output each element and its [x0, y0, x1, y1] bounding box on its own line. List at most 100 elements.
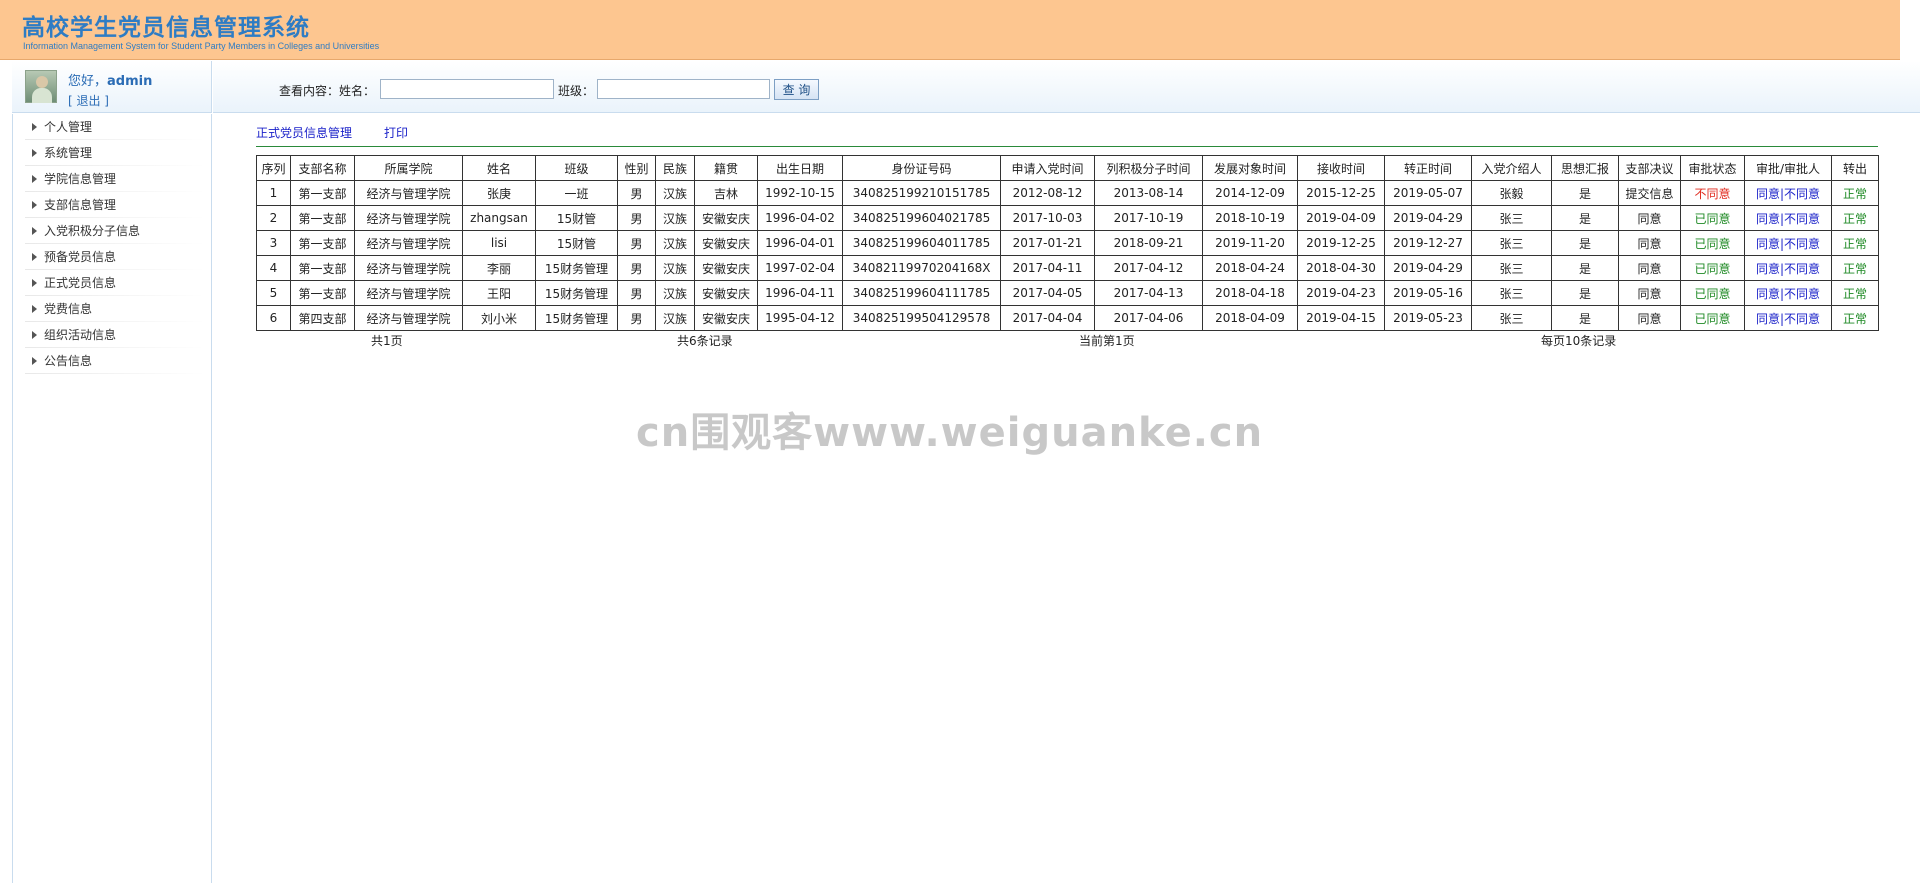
col-header: 籍贯 [694, 155, 758, 181]
cell-apply: 2017-04-05 [1000, 280, 1095, 306]
cell-receive: 2019-04-15 [1297, 305, 1385, 331]
sidebar-item-branch[interactable]: 支部信息管理 [13, 192, 211, 218]
cell-transfer[interactable]: 正常 [1831, 255, 1879, 281]
approve-link[interactable]: 同意 [1756, 312, 1780, 326]
col-header: 转出 [1831, 155, 1879, 181]
cell-seq: 5 [256, 280, 291, 306]
cell-approval-status: 已同意 [1680, 305, 1745, 331]
sidebar-item-notices[interactable]: 公告信息 [13, 348, 211, 374]
sidebar-item-label: 党费信息 [44, 302, 93, 316]
approve-link[interactable]: 同意 [1756, 237, 1780, 251]
caret-right-icon [32, 253, 37, 261]
cell-seq: 4 [256, 255, 291, 281]
cell-class: 15财务管理 [535, 305, 618, 331]
cell-seq: 6 [256, 305, 291, 331]
sidebar-item-label: 正式党员信息 [44, 276, 117, 290]
col-header: 班级 [535, 155, 618, 181]
cell-gender: 男 [617, 205, 656, 231]
sidebar-item-formal[interactable]: 正式党员信息 [13, 270, 211, 296]
reject-link[interactable]: 不同意 [1784, 237, 1820, 251]
sidebar-item-label: 学院信息管理 [44, 172, 117, 186]
sidebar-item-personal[interactable]: 个人管理 [13, 114, 211, 140]
search-class-input[interactable] [597, 79, 770, 99]
approve-link[interactable]: 同意 [1756, 187, 1780, 201]
reject-link[interactable]: 不同意 [1784, 312, 1820, 326]
col-header: 民族 [655, 155, 695, 181]
sidebar-item-activist[interactable]: 入党积极分子信息 [13, 218, 211, 244]
caret-right-icon [32, 227, 37, 235]
cell-transfer[interactable]: 正常 [1831, 180, 1879, 206]
logout-link[interactable]: [ 退出 ] [68, 92, 109, 109]
col-header: 支部决议 [1618, 155, 1681, 181]
cell-origin: 安徽安庆 [694, 230, 758, 256]
sidebar-item-label: 系统管理 [44, 146, 93, 160]
col-header: 列积极分子时间 [1094, 155, 1203, 181]
user-name: admin [107, 74, 153, 89]
app-title: 高校学生党员信息管理系统 [22, 14, 310, 41]
cell-name: 王阳 [462, 280, 536, 306]
reject-link[interactable]: 不同意 [1784, 187, 1820, 201]
search-name-input[interactable] [380, 79, 554, 99]
cell-regular: 2019-05-16 [1384, 280, 1472, 306]
table-row: 6 第四支部 经济与管理学院 刘小米 15财务管理男汉族 安徽安庆 1995-04-12 34… [256, 305, 1879, 331]
cell-branch: 第四支部 [290, 305, 355, 331]
sidebar-item-label: 组织活动信息 [44, 328, 117, 342]
cell-transfer[interactable]: 正常 [1831, 205, 1879, 231]
cell-branch: 第一支部 [290, 230, 355, 256]
table-row: 5 第一支部 经济与管理学院 王阳 15财务管理男汉族 安徽安庆 1996-04-11 340… [256, 280, 1879, 306]
sidebar-item-probationary[interactable]: 预备党员信息 [13, 244, 211, 270]
cell-introducer: 张三 [1471, 230, 1552, 256]
sidebar-item-college[interactable]: 学院信息管理 [13, 166, 211, 192]
print-link[interactable]: 打印 [384, 124, 408, 141]
approve-link[interactable]: 同意 [1756, 212, 1780, 226]
cell-class: 15财管 [535, 230, 618, 256]
approve-link[interactable]: 同意 [1756, 287, 1780, 301]
approve-link[interactable]: 同意 [1756, 262, 1780, 276]
col-header: 审批状态 [1680, 155, 1745, 181]
cell-transfer[interactable]: 正常 [1831, 280, 1879, 306]
main-content: 正式党员信息管理 打印 序列 支部名称 所属学院 姓名 班级 性别 民族 籍贯 … [256, 114, 1879, 348]
sidebar-item-label: 入党积极分子信息 [44, 224, 141, 238]
cell-class: 15财管 [535, 205, 618, 231]
sidebar-item-activities[interactable]: 组织活动信息 [13, 322, 211, 348]
caret-right-icon [32, 279, 37, 287]
cell-introducer: 张毅 [1471, 180, 1552, 206]
reject-link[interactable]: 不同意 [1784, 262, 1820, 276]
col-header: 所属学院 [354, 155, 463, 181]
search-class-label: 班级： [558, 84, 595, 98]
table-row: 2 第一支部 经济与管理学院 zhangsan 15财管男汉族 安徽安庆 1996-04-0… [256, 205, 1879, 231]
cell-introducer: 张三 [1471, 305, 1552, 331]
cell-name: 张庚 [462, 180, 536, 206]
cell-transfer[interactable]: 正常 [1831, 230, 1879, 256]
cell-approval-status: 已同意 [1680, 255, 1745, 281]
caret-right-icon [32, 331, 37, 339]
caret-right-icon [32, 123, 37, 131]
col-header: 出生日期 [757, 155, 843, 181]
cell-candidate: 2018-04-09 [1202, 305, 1298, 331]
cell-college: 经济与管理学院 [354, 180, 463, 206]
cell-report: 是 [1551, 255, 1619, 281]
cell-transfer[interactable]: 正常 [1831, 305, 1879, 331]
reject-link[interactable]: 不同意 [1784, 287, 1820, 301]
cell-id: 340825199604011785 [842, 230, 1001, 256]
cell-report: 是 [1551, 280, 1619, 306]
cell-origin: 安徽安庆 [694, 205, 758, 231]
cell-id: 340825199210151785 [842, 180, 1001, 206]
reject-link[interactable]: 不同意 [1784, 212, 1820, 226]
sidebar-item-system[interactable]: 系统管理 [13, 140, 211, 166]
query-button[interactable]: 查 询 [774, 79, 819, 100]
greeting-prefix: 您好， [68, 74, 108, 89]
cell-report: 是 [1551, 305, 1619, 331]
avatar [25, 70, 57, 103]
cell-apply: 2017-04-11 [1000, 255, 1095, 281]
tab-formal-members[interactable]: 正式党员信息管理 [256, 124, 352, 141]
sidebar-item-dues[interactable]: 党费信息 [13, 296, 211, 322]
cell-candidate: 2018-04-18 [1202, 280, 1298, 306]
cell-college: 经济与管理学院 [354, 255, 463, 281]
cell-report: 是 [1551, 230, 1619, 256]
cell-id: 34082119970204168X [842, 255, 1001, 281]
pager-total-records: 共6条记录 [677, 334, 733, 348]
cell-origin: 安徽安庆 [694, 255, 758, 281]
cell-ethnic: 汉族 [655, 280, 695, 306]
col-header: 思想汇报 [1551, 155, 1619, 181]
